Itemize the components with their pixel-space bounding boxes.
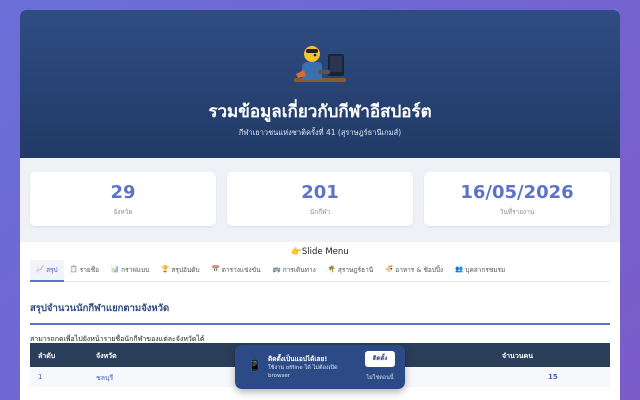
page-title: รวมข้อมูลเกี่ยวกับกีฬาอีสปอร์ต [208,102,432,122]
bus-icon: 🚌 [272,265,281,273]
page-subtitle: กีฬาเยาวชนแห่งชาติครั้งที่ 41 (สุราษฎร์ธ… [238,128,402,137]
clipboard-icon: 📋 [69,265,78,273]
stat-label: นักกีฬา [309,208,331,216]
trophy-icon: 🏆 [161,265,170,273]
stat-card-provinces: 29 จังหวัด [30,172,216,226]
tab-label: สรุปอันดับ [171,266,200,274]
header-province: จังหวัด [96,352,117,360]
header-count: จำนวนคน [502,352,534,360]
tab-surat-thani[interactable]: 🌴 สุราษฎร์ธานี [322,260,379,282]
tab-label: การเดินทาง [282,266,316,274]
tab-charts[interactable]: 📊 กราฟแบบ [105,260,155,282]
chart-up-icon: 📈 [36,265,45,273]
palm-tree-icon: 🌴 [327,265,336,273]
tab-athlete-list[interactable]: 📋 รายชื่อ [64,260,105,282]
noodle-icon: 🍜 [385,265,394,273]
toast-title: ติดตั้งเป็นแอปได้เลย! [268,355,328,363]
stat-card-athletes: 201 นักกีฬา [227,172,413,226]
stat-value: 29 [110,182,136,203]
cell-province-link[interactable]: ชลบุรี [96,373,113,384]
tab-label: อาหาร & ช้อปปิ้ง [395,266,444,274]
toast-text: ใช้งาน offline ได้ ไม่ต้องเปิด browser [268,365,338,379]
tab-label: ตารางแข่งขัน [221,266,261,274]
people-icon: 👥 [455,265,464,273]
calendar-icon: 📅 [211,265,220,273]
slide-menu-title: 👉Slide Menu [291,247,349,257]
tab-summary[interactable]: 📈 สรุป [30,260,64,282]
tab-travel[interactable]: 🚌 การเดินทาง [267,260,322,282]
dismiss-button[interactable]: ไม่ใช่ตอนนี้ [365,374,395,382]
bar-chart-icon: 📊 [111,265,120,273]
tab-staff[interactable]: 👥 บุคลากรชมรม [449,260,511,282]
cell-count: 15 [548,373,558,381]
cell-rank: 1 [38,373,43,381]
mobile-phone-icon: 📱 [248,359,262,372]
stat-label: จังหวัด [113,208,133,216]
tab-label: สุราษฎร์ธานี [337,266,374,274]
esports-gamer-icon [294,46,346,82]
tab-label: รายชื่อ [79,266,100,274]
hero-banner: รวมข้อมูลเกี่ยวกับกีฬาอีสปอร์ต กีฬาเยาวช… [20,10,620,158]
tab-food-shopping[interactable]: 🍜 อาหาร & ช้อปปิ้ง [379,260,449,282]
stat-value: 16/05/2026 [460,182,574,203]
install-button[interactable]: ติดตั้ง [365,351,395,367]
header-rank: ลำดับ [38,352,56,360]
tab-bar: 📈 สรุป 📋 รายชื่อ 📊 กราฟแบบ 🏆 สรุปอันดับ … [30,260,610,282]
install-app-toast: 📱 ติดตั้งเป็นแอปได้เลย! ใช้งาน offline ไ… [235,345,405,389]
stat-card-report-date: 16/05/2026 วันที่รายงาน [424,172,610,226]
tab-label: บุคลากรชมรม [465,266,506,274]
stat-value: 201 [301,182,339,203]
section-title: สรุปจำนวนนักกีฬาแยกตามจังหวัด [30,301,610,325]
tab-label: สรุป [46,266,58,274]
tab-label: กราฟแบบ [121,266,150,274]
stat-label: วันที่รายงาน [499,208,535,216]
tab-schedule[interactable]: 📅 ตารางแข่งขัน [206,260,267,282]
stats-row: 29 จังหวัด 201 นักกีฬา 16/05/2026 วันที่… [20,158,620,242]
tab-rankings[interactable]: 🏆 สรุปอันดับ [155,260,205,282]
